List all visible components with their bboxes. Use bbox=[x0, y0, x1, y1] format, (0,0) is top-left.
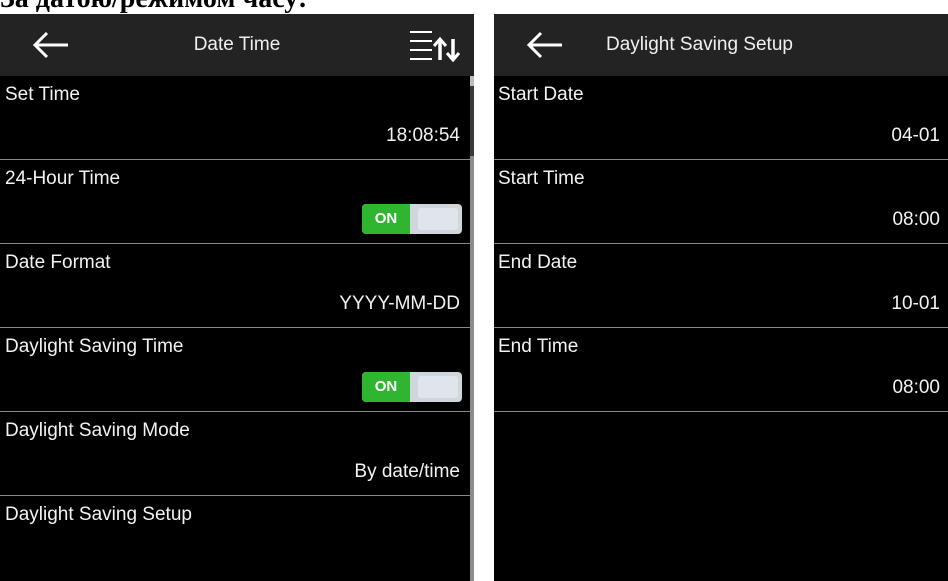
toggle-on-label: ON bbox=[362, 204, 410, 234]
set-time-row[interactable]: Set Time 18:08:54 bbox=[0, 76, 472, 160]
header-bar: Date Time bbox=[0, 14, 474, 76]
date-time-screen: Date Time Set Time 18:08:54 24-Hour Time… bbox=[0, 14, 474, 581]
end-date-row[interactable]: End Date 10-01 bbox=[494, 244, 948, 328]
daylight-saving-mode-row[interactable]: Daylight Saving Mode By date/time bbox=[0, 412, 472, 496]
row-label: Date Format bbox=[5, 252, 111, 273]
toggle-knob bbox=[418, 208, 458, 230]
row-value: 08:00 bbox=[892, 377, 940, 398]
daylight-saving-setup-row[interactable]: Daylight Saving Setup bbox=[0, 496, 472, 580]
daylight-saving-time-row[interactable]: Daylight Saving Time ON bbox=[0, 328, 472, 412]
caption-heading: За датою/режимом часу: bbox=[0, 0, 948, 14]
row-label: 24-Hour Time bbox=[5, 168, 121, 189]
scroll-thumb[interactable] bbox=[470, 156, 474, 581]
end-time-row[interactable]: End Time 08:00 bbox=[494, 328, 948, 412]
header-bar: Daylight Saving Setup bbox=[494, 14, 948, 76]
sort-icon[interactable] bbox=[408, 28, 464, 62]
row-label: Daylight Saving Setup bbox=[5, 504, 192, 525]
start-date-row[interactable]: Start Date 04-01 bbox=[494, 76, 948, 160]
toggle-knob bbox=[418, 376, 458, 398]
scroll-up-cap bbox=[470, 76, 474, 86]
scrollbar[interactable] bbox=[470, 76, 474, 581]
page-title: Date Time bbox=[193, 34, 281, 55]
row-label: Start Time bbox=[498, 168, 585, 189]
row-label: End Time bbox=[498, 336, 579, 357]
date-format-row[interactable]: Date Format YYYY-MM-DD bbox=[0, 244, 472, 328]
start-time-row[interactable]: Start Time 08:00 bbox=[494, 160, 948, 244]
back-arrow-icon[interactable] bbox=[524, 29, 564, 61]
row-label: End Date bbox=[498, 252, 578, 273]
toggle-on-label: ON bbox=[362, 372, 410, 402]
row-value: YYYY-MM-DD bbox=[339, 293, 460, 314]
row-label: Start Date bbox=[498, 84, 584, 105]
settings-list: Set Time 18:08:54 24-Hour Time ON Date F… bbox=[0, 76, 472, 580]
row-value: 04-01 bbox=[891, 125, 940, 146]
24-hour-time-row[interactable]: 24-Hour Time ON bbox=[0, 160, 472, 244]
row-value: 18:08:54 bbox=[386, 125, 460, 146]
page-title: Daylight Saving Setup bbox=[606, 34, 793, 55]
row-label: Daylight Saving Mode bbox=[5, 420, 190, 441]
row-value: 10-01 bbox=[891, 293, 940, 314]
setup-list: Start Date 04-01 Start Time 08:00 End Da… bbox=[494, 76, 948, 412]
daylight-saving-setup-screen: Daylight Saving Setup Start Date 04-01 S… bbox=[494, 14, 948, 581]
daylight-saving-toggle[interactable]: ON bbox=[362, 372, 462, 402]
row-value: By date/time bbox=[354, 461, 460, 482]
row-value: 08:00 bbox=[892, 209, 940, 230]
row-label: Daylight Saving Time bbox=[5, 336, 184, 357]
24-hour-toggle[interactable]: ON bbox=[362, 204, 462, 234]
row-label: Set Time bbox=[5, 84, 80, 105]
